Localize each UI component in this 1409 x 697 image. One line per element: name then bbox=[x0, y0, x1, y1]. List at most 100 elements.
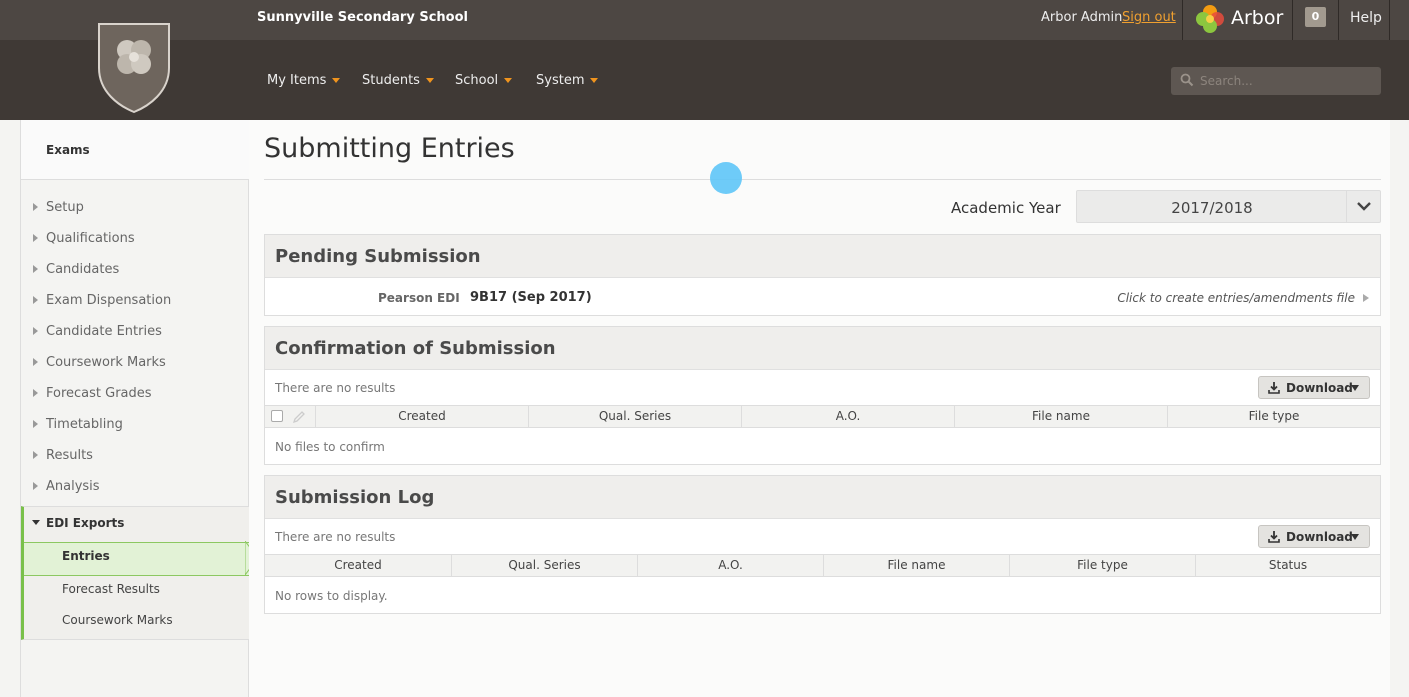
search-box[interactable] bbox=[1171, 67, 1381, 95]
nav-label: My Items bbox=[267, 73, 327, 88]
chevron-down-icon bbox=[1357, 202, 1371, 211]
main-nav: My Items Students School System bbox=[0, 40, 1409, 120]
sidebar-item-label: Candidate Entries bbox=[46, 324, 162, 339]
nav-system[interactable]: System bbox=[536, 73, 599, 88]
download-button[interactable]: Download bbox=[1258, 525, 1370, 548]
sidebar-item-results[interactable]: Results bbox=[33, 446, 93, 466]
column-header[interactable]: A.O. bbox=[637, 555, 823, 576]
sidebar-active-highlight bbox=[24, 542, 249, 576]
sidebar-item-analysis[interactable]: Analysis bbox=[33, 477, 100, 497]
brand-name: Arbor bbox=[1231, 7, 1284, 29]
column-header[interactable]: Qual. Series bbox=[451, 555, 637, 576]
select-all-checkbox[interactable] bbox=[271, 410, 283, 422]
column-header[interactable]: File name bbox=[823, 555, 1009, 576]
academic-year-label: Academic Year bbox=[951, 199, 1061, 217]
caret-right-icon bbox=[33, 233, 38, 242]
sidebar-item-coursework-marks[interactable]: Coursework Marks bbox=[33, 353, 166, 373]
nav-label: System bbox=[536, 73, 585, 88]
caret-right-icon bbox=[33, 481, 38, 490]
divider bbox=[1338, 0, 1339, 40]
confirmation-panel: Confirmation of Submission There are no … bbox=[264, 326, 1381, 465]
user-name: Arbor Admin bbox=[1041, 10, 1123, 25]
caret-right-icon bbox=[33, 419, 38, 428]
sidebar-item-label: Exam Dispensation bbox=[46, 293, 172, 308]
panel-title: Pending Submission bbox=[275, 246, 481, 267]
pending-row-value: 9B17 (Sep 2017) bbox=[470, 290, 592, 305]
academic-year-dropdown-button[interactable] bbox=[1346, 191, 1380, 222]
caret-right-icon bbox=[33, 450, 38, 459]
no-results-text: There are no results bbox=[275, 530, 396, 544]
submission-log-panel: Submission Log There are no results Down… bbox=[264, 475, 1381, 614]
column-header[interactable]: Qual. Series bbox=[528, 406, 741, 427]
sidebar-item-label: Coursework Marks bbox=[46, 355, 166, 370]
column-header[interactable]: File type bbox=[1009, 555, 1195, 576]
school-name: Sunnyville Secondary School bbox=[257, 10, 468, 25]
search-icon bbox=[1180, 73, 1194, 87]
panel-header: Submission Log bbox=[265, 476, 1380, 519]
divider bbox=[1182, 0, 1183, 40]
sidebar-item-forecast-results[interactable]: Forecast Results bbox=[62, 582, 160, 596]
caret-right-icon bbox=[1363, 293, 1369, 302]
caret-down-icon bbox=[1351, 534, 1359, 540]
top-bar: Sunnyville Secondary School Arbor Admin … bbox=[0, 0, 1409, 40]
sidebar-item-edi-coursework-marks[interactable]: Coursework Marks bbox=[62, 613, 173, 627]
empty-table-message: No rows to display. bbox=[275, 589, 388, 603]
sidebar-item-candidate-entries[interactable]: Candidate Entries bbox=[33, 322, 162, 342]
chevron-down-icon bbox=[590, 78, 599, 83]
create-entries-file-link[interactable]: Click to create entries/amendments file bbox=[1117, 291, 1369, 305]
column-header[interactable]: Created bbox=[315, 406, 528, 427]
notifications-badge[interactable]: 0 bbox=[1305, 7, 1326, 27]
sign-out-link[interactable]: Sign out bbox=[1122, 10, 1176, 25]
column-header[interactable]: File name bbox=[954, 406, 1167, 427]
divider bbox=[264, 179, 1381, 180]
sidebar-item-candidates[interactable]: Candidates bbox=[33, 260, 119, 280]
table-header: Created Qual. Series A.O. File name File… bbox=[265, 405, 1380, 428]
academic-year-value: 2017/2018 bbox=[1171, 199, 1253, 217]
caret-right-icon bbox=[33, 357, 38, 366]
sidebar-item-setup[interactable]: Setup bbox=[33, 198, 84, 218]
pending-row-label: Pearson EDI bbox=[378, 291, 460, 305]
chevron-down-icon bbox=[425, 78, 434, 83]
create-link-label: Click to create entries/amendments file bbox=[1117, 291, 1355, 305]
caret-right-icon bbox=[33, 326, 38, 335]
sidebar-group-edi-exports: EDI Exports Entries Forecast Results Cou… bbox=[21, 506, 249, 640]
school-crest-icon[interactable] bbox=[97, 20, 171, 114]
academic-year-select[interactable]: 2017/2018 bbox=[1076, 190, 1381, 223]
download-button[interactable]: Download bbox=[1258, 376, 1370, 399]
sidebar-item-exam-dispensation[interactable]: Exam Dispensation bbox=[33, 291, 171, 311]
column-header[interactable]: Created bbox=[265, 555, 451, 576]
sidebar-header: Exams bbox=[21, 120, 249, 180]
sidebar-item-label: Candidates bbox=[46, 262, 120, 277]
nav-my-items[interactable]: My Items bbox=[267, 73, 341, 88]
sidebar-item-label: Qualifications bbox=[46, 231, 135, 246]
download-label: Download bbox=[1286, 530, 1353, 544]
pencil-icon[interactable] bbox=[292, 410, 306, 424]
select-column bbox=[265, 406, 315, 427]
caret-down-icon bbox=[32, 520, 40, 525]
no-results-text: There are no results bbox=[275, 381, 396, 395]
cursor-indicator bbox=[710, 162, 742, 194]
main-content: Submitting Entries Academic Year 2017/20… bbox=[249, 120, 1390, 697]
sidebar-item-entries[interactable]: Entries bbox=[62, 549, 110, 563]
search-input[interactable] bbox=[1200, 72, 1370, 90]
nav-school[interactable]: School bbox=[455, 73, 513, 88]
table-header: Created Qual. Series A.O. File name File… bbox=[265, 554, 1380, 577]
column-header[interactable]: File type bbox=[1167, 406, 1380, 427]
nav-label: School bbox=[455, 73, 499, 88]
column-header[interactable]: A.O. bbox=[741, 406, 954, 427]
column-header[interactable]: Status bbox=[1195, 555, 1380, 576]
help-link[interactable]: Help bbox=[1350, 10, 1382, 26]
sidebar-group-label: EDI Exports bbox=[46, 516, 125, 530]
sidebar-group-title[interactable]: EDI Exports bbox=[32, 516, 124, 530]
sidebar-item-timetabling[interactable]: Timetabling bbox=[33, 415, 123, 435]
sidebar-item-qualifications[interactable]: Qualifications bbox=[33, 229, 135, 249]
divider bbox=[1389, 0, 1390, 40]
sidebar-item-label: Forecast Grades bbox=[46, 386, 152, 401]
panel-title: Submission Log bbox=[275, 487, 435, 508]
download-label: Download bbox=[1286, 381, 1353, 395]
chevron-down-icon bbox=[504, 78, 513, 83]
nav-students[interactable]: Students bbox=[362, 73, 434, 88]
caret-down-icon bbox=[1351, 385, 1359, 391]
download-icon bbox=[1268, 382, 1280, 394]
sidebar-item-forecast-grades[interactable]: Forecast Grades bbox=[33, 384, 152, 404]
